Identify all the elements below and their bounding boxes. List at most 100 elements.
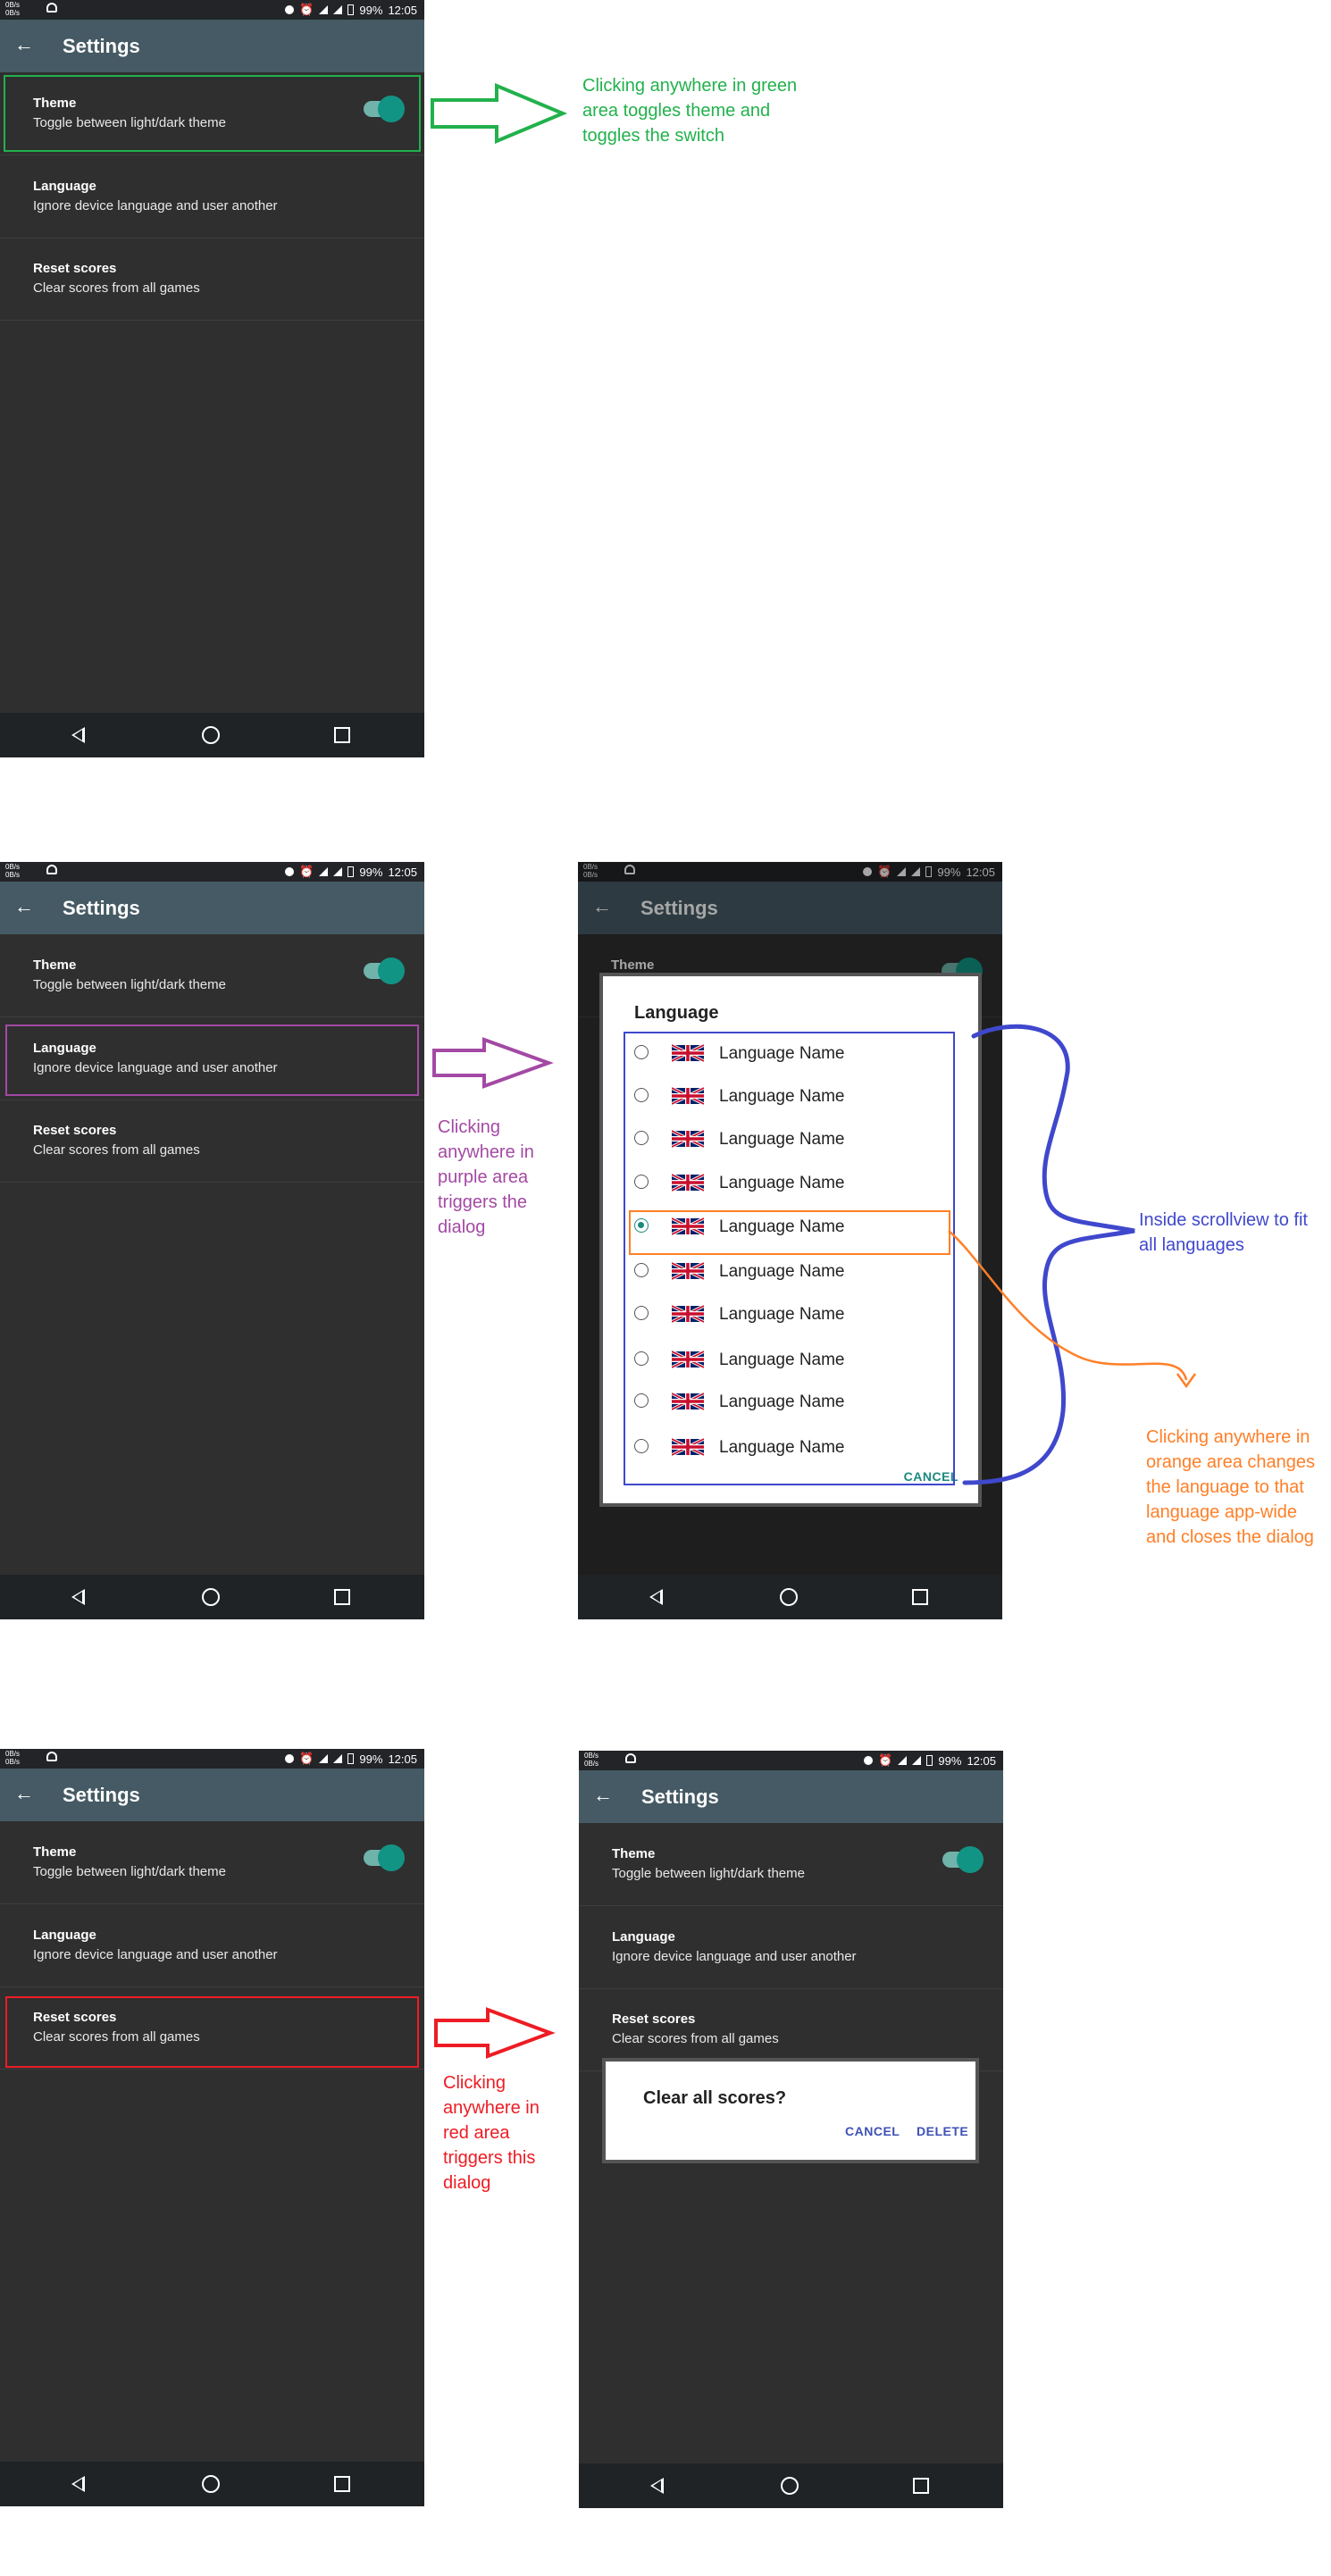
wifi-icon bbox=[898, 1756, 908, 1765]
dnd-icon bbox=[285, 867, 295, 876]
clock: 12:05 bbox=[967, 1753, 996, 1768]
status-bar: 0B/s 0B/s ⏰ 99% 12:05 bbox=[0, 862, 424, 882]
pref-theme-summary: Toggle between light/dark theme bbox=[33, 977, 226, 992]
signal-icon bbox=[333, 5, 343, 14]
clock: 12:05 bbox=[388, 865, 417, 879]
back-arrow-icon[interactable]: ← bbox=[14, 897, 34, 916]
status-bar: 0B/s 0B/s ⏰ 99% 12:05 bbox=[0, 1749, 424, 1769]
alarm-icon: ⏰ bbox=[299, 1752, 314, 1765]
nav-home-icon[interactable] bbox=[202, 2475, 220, 2493]
app-bar: ← Settings bbox=[0, 1769, 424, 1821]
wifi-icon bbox=[319, 1754, 329, 1763]
battery-icon bbox=[926, 1755, 933, 1766]
pref-reset-title: Reset scores bbox=[33, 1123, 117, 1138]
alarm-icon: ⏰ bbox=[878, 1753, 893, 1767]
pref-language[interactable]: Language Ignore device language and user… bbox=[579, 1906, 1003, 1989]
pref-language-summary: Ignore device language and user another bbox=[33, 1947, 278, 1962]
clock: 12:05 bbox=[388, 3, 417, 17]
battery-level: 99% bbox=[359, 865, 383, 879]
back-arrow-icon[interactable]: ← bbox=[14, 35, 34, 54]
theme-switch[interactable] bbox=[942, 1846, 984, 1873]
reset-cancel-button[interactable]: CANCEL bbox=[845, 2124, 900, 2138]
pref-reset[interactable]: Reset scores Clear scores from all games bbox=[579, 1988, 1003, 2071]
status-bar: 0B/s 0B/s ⏰ 99% 12:05 bbox=[0, 0, 424, 20]
blue-scrollview-box bbox=[624, 1032, 955, 1485]
clock: 12:05 bbox=[388, 1752, 417, 1766]
back-arrow-icon[interactable]: ← bbox=[593, 1786, 613, 1805]
screen-language: 0B/s 0B/s ⏰ 99% 12:05 ← Settings Theme Tog… bbox=[0, 862, 424, 1619]
nav-home-icon[interactable] bbox=[780, 1588, 798, 1606]
nav-recents-icon[interactable] bbox=[334, 2476, 350, 2492]
pref-language-summary: Ignore device language and user another bbox=[33, 198, 278, 213]
network-speed: 0B/s 0B/s bbox=[5, 1, 21, 17]
nav-recents-icon[interactable] bbox=[334, 727, 350, 743]
nav-home-icon[interactable] bbox=[202, 726, 220, 744]
pref-theme-summary: Toggle between light/dark theme bbox=[33, 1864, 226, 1879]
page-title: Settings bbox=[641, 1786, 719, 1808]
reset-dialog-title: Clear all scores? bbox=[643, 2088, 787, 2108]
nav-home-icon[interactable] bbox=[202, 1588, 220, 1606]
page-title: Settings bbox=[63, 897, 140, 919]
pref-reset[interactable]: Reset scores Clear scores from all games bbox=[0, 1100, 424, 1183]
nav-bar bbox=[0, 713, 424, 757]
dnd-icon bbox=[864, 1756, 874, 1765]
page-title: Settings bbox=[63, 1784, 140, 1806]
pref-language-summary: Ignore device language and user another bbox=[612, 1949, 857, 1964]
nav-home-icon[interactable] bbox=[781, 2477, 799, 2495]
theme-switch[interactable] bbox=[364, 958, 405, 984]
pref-language-title: Language bbox=[612, 1929, 675, 1945]
nav-recents-icon[interactable] bbox=[913, 2478, 929, 2494]
app-bar: ← Settings bbox=[0, 882, 424, 934]
green-highlight-box bbox=[4, 75, 421, 152]
pref-reset-summary: Clear scores from all games bbox=[33, 1142, 200, 1158]
battery-level: 99% bbox=[938, 1753, 962, 1768]
orange-note: Clicking anywhere in orange area changes… bbox=[1146, 1427, 1316, 1547]
reset-delete-button[interactable]: DELETE bbox=[917, 2124, 968, 2138]
android-icon bbox=[625, 1753, 636, 1763]
network-speed: 0B/s 0B/s bbox=[584, 1752, 599, 1768]
nav-recents-icon[interactable] bbox=[912, 1589, 928, 1605]
nav-back-icon[interactable] bbox=[71, 727, 85, 743]
app-bar: ← Settings bbox=[0, 20, 424, 72]
nav-back-icon[interactable] bbox=[650, 2478, 664, 2494]
green-arrow bbox=[431, 82, 568, 145]
pref-theme[interactable]: Theme Toggle between light/dark theme bbox=[579, 1823, 1003, 1906]
nav-back-icon[interactable] bbox=[71, 2476, 85, 2492]
network-speed: 0B/s 0B/s bbox=[5, 863, 21, 879]
signal-icon bbox=[333, 1754, 343, 1763]
pref-theme-summary: Toggle between light/dark theme bbox=[612, 1866, 805, 1881]
pref-language[interactable]: Language Ignore device language and user… bbox=[0, 1904, 424, 1987]
nav-bar bbox=[0, 1575, 424, 1619]
nav-back-icon[interactable] bbox=[649, 1589, 663, 1605]
pref-theme-title: Theme bbox=[612, 1846, 656, 1861]
battery-icon bbox=[347, 4, 355, 15]
pref-language-title: Language bbox=[33, 179, 96, 194]
orange-row-box bbox=[629, 1210, 950, 1255]
green-note: Clicking anywhere in green area toggles … bbox=[582, 76, 798, 146]
battery-level: 99% bbox=[359, 3, 383, 17]
orange-arrow bbox=[948, 1230, 1197, 1389]
pref-theme[interactable]: Theme Toggle between light/dark theme bbox=[0, 934, 424, 1017]
pref-theme[interactable]: Theme Toggle between light/dark theme bbox=[0, 1821, 424, 1904]
purple-arrow bbox=[432, 1037, 554, 1089]
pref-language-title: Language bbox=[33, 1928, 96, 1943]
signal-icon bbox=[333, 867, 343, 876]
screen-reset: 0B/s 0B/s ⏰ 99% 12:05 ← Settings Theme Tog… bbox=[0, 1749, 424, 2506]
purple-highlight-box bbox=[5, 1025, 419, 1096]
screen-theme: 0B/s 0B/s ⏰ 99% 12:05 ← Settings Theme Tog… bbox=[0, 0, 424, 757]
pref-language[interactable]: Language Ignore device language and user… bbox=[0, 155, 424, 238]
nav-back-icon[interactable] bbox=[71, 1589, 85, 1605]
pref-theme-title: Theme bbox=[33, 958, 77, 973]
theme-switch[interactable] bbox=[364, 1844, 405, 1871]
dnd-icon bbox=[285, 1754, 295, 1763]
red-note: Clicking anywhere in red area triggers t… bbox=[443, 2073, 540, 2193]
battery-icon bbox=[347, 1753, 355, 1764]
pref-reset-title: Reset scores bbox=[612, 2011, 696, 2027]
nav-bar bbox=[579, 2463, 1003, 2508]
nav-bar bbox=[578, 1575, 1002, 1619]
nav-recents-icon[interactable] bbox=[334, 1589, 350, 1605]
back-arrow-icon[interactable]: ← bbox=[14, 1784, 34, 1803]
pref-reset[interactable]: Reset scores Clear scores from all games bbox=[0, 238, 424, 321]
wifi-icon bbox=[319, 867, 329, 876]
alarm-icon: ⏰ bbox=[299, 865, 314, 878]
